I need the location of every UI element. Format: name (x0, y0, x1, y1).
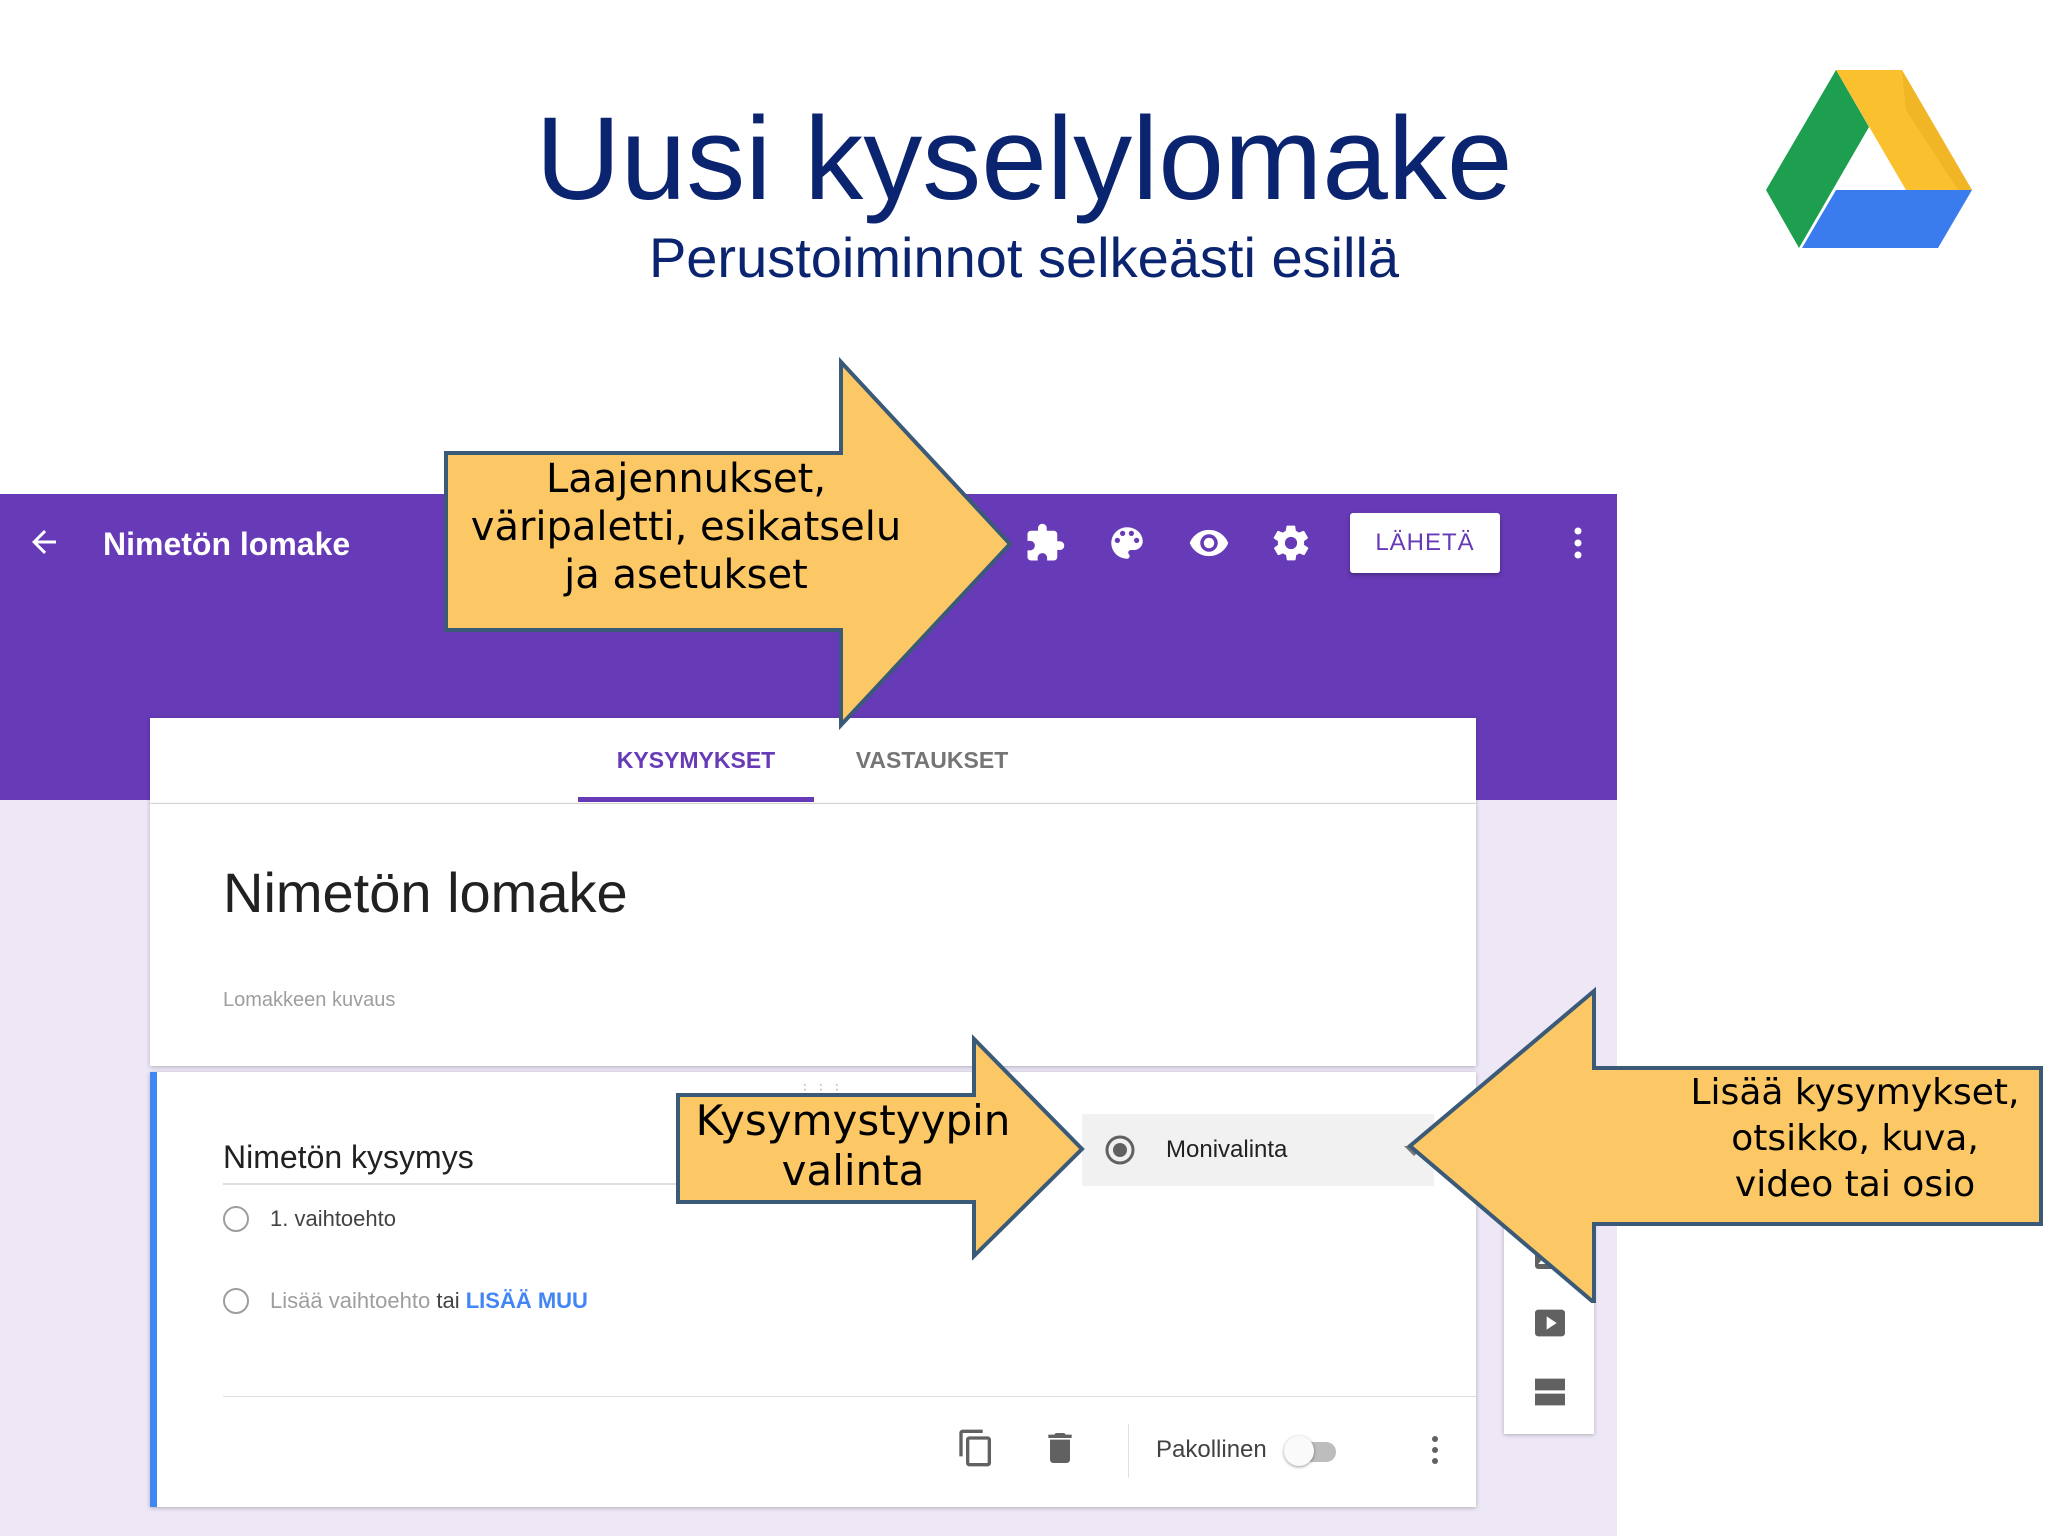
callout-right-line-1: Lisää kysymykset, (1690, 1072, 2020, 1113)
callout-top-line-3: ja asetukset (564, 552, 808, 598)
callout-middle-text: Kysymystyypin valinta (680, 1096, 1026, 1195)
callout-middle-line-1: Kysymystyypin (695, 1096, 1011, 1145)
callout-right-text: Lisää kysymykset, otsikko, kuva, video t… (1668, 1070, 2042, 1208)
callout-top-line-2: väripaletti, esikatselu (470, 504, 902, 550)
callout-right-line-2: otsikko, kuva, (1731, 1118, 1979, 1160)
callout-middle-line-2: valinta (781, 1145, 925, 1195)
callout-top-line-1: Laajennukset, (545, 456, 827, 502)
callout-top-text: Laajennukset, väripaletti, esikatselu ja… (446, 455, 926, 599)
callout-right-line-3: video tai osio (1734, 1164, 1976, 1206)
callout-arrows (444, 356, 2043, 1303)
